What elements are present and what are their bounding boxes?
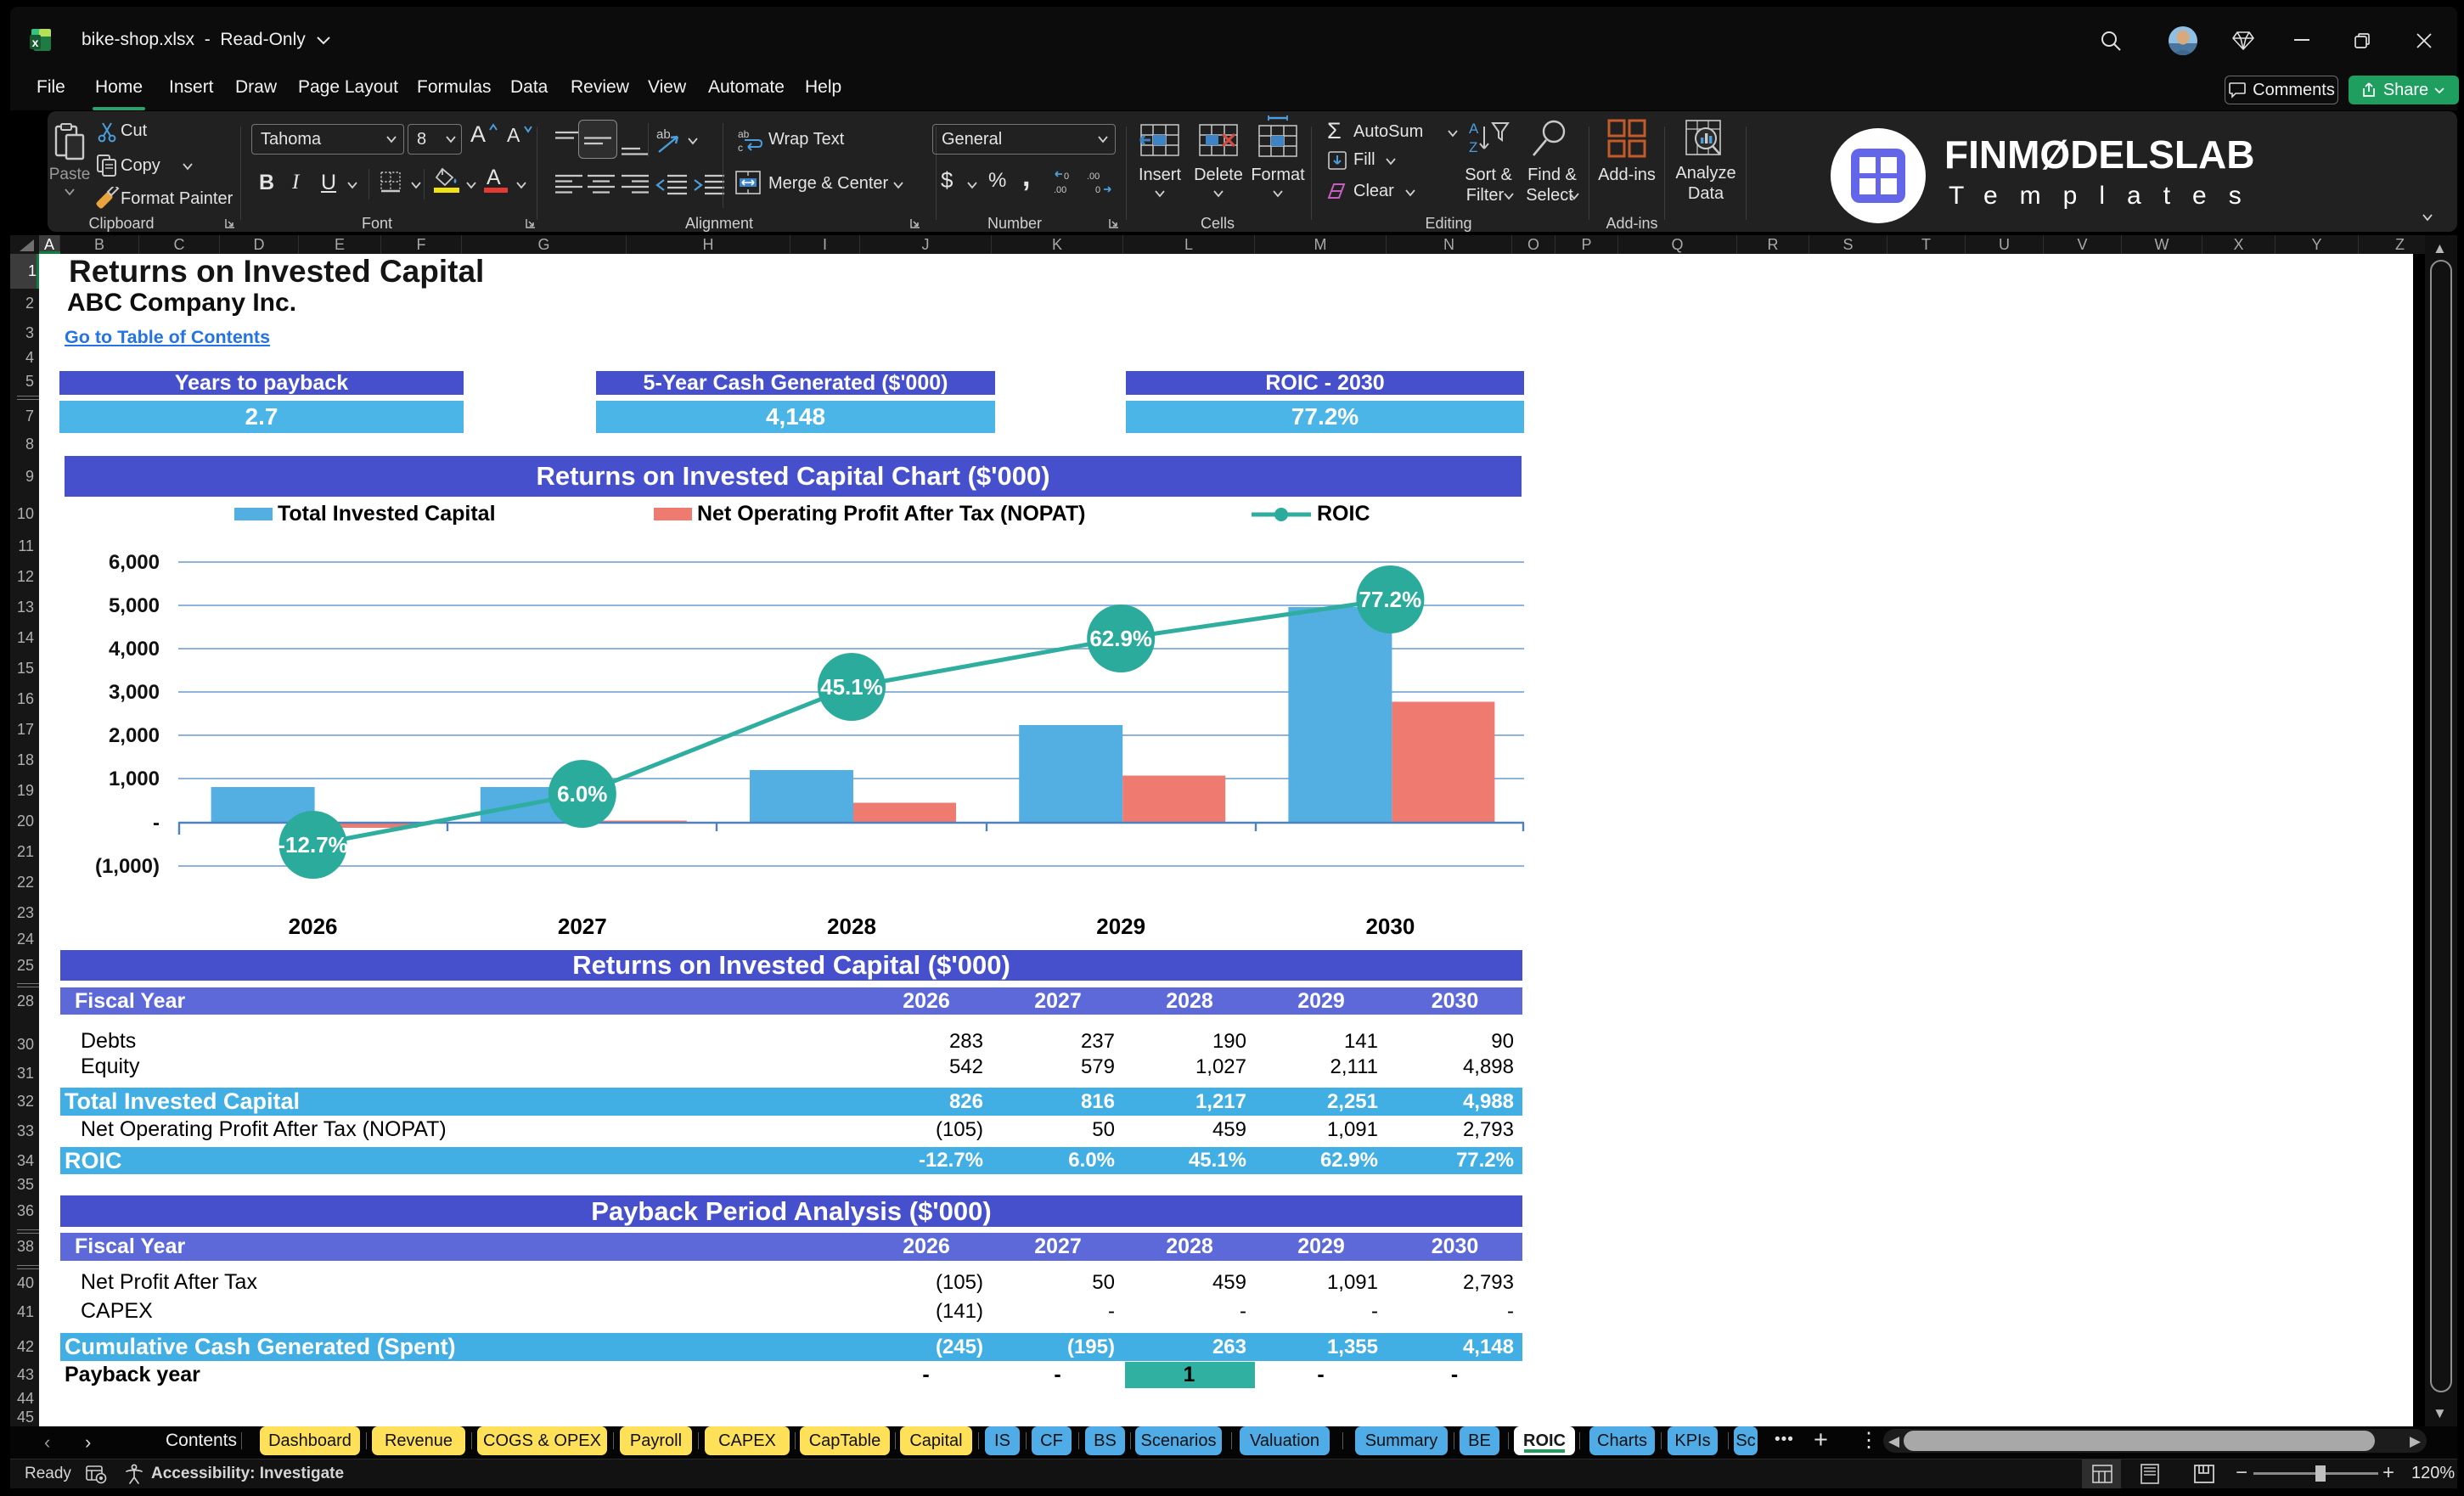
svg-text:2027: 2027 bbox=[558, 914, 607, 939]
svg-text:0: 0 bbox=[1095, 185, 1100, 195]
svg-text:(1,000): (1,000) bbox=[95, 855, 160, 878]
svg-text:ab: ab bbox=[656, 127, 671, 142]
svg-text:2028: 2028 bbox=[827, 914, 876, 939]
svg-text:ab: ab bbox=[738, 128, 750, 140]
svg-text:0: 0 bbox=[1064, 172, 1069, 182]
svg-text:2,000: 2,000 bbox=[109, 724, 160, 747]
svg-text:.00: .00 bbox=[1054, 185, 1066, 195]
svg-text:A: A bbox=[1469, 121, 1479, 137]
svg-text:5,000: 5,000 bbox=[109, 594, 160, 617]
svg-text:.00: .00 bbox=[1087, 172, 1100, 182]
svg-text:2026: 2026 bbox=[289, 914, 338, 939]
svg-text:c: c bbox=[738, 142, 743, 154]
svg-text:4,000: 4,000 bbox=[109, 638, 160, 661]
svg-text:2029: 2029 bbox=[1096, 914, 1145, 939]
svg-text:6.0%: 6.0% bbox=[557, 781, 607, 807]
svg-text:Z: Z bbox=[1469, 139, 1477, 155]
svg-text:2030: 2030 bbox=[1365, 914, 1415, 939]
svg-text:77.2%: 77.2% bbox=[1359, 587, 1422, 612]
svg-text:-12.7%: -12.7% bbox=[278, 832, 347, 858]
svg-text:-: - bbox=[153, 812, 160, 835]
svg-text:x: x bbox=[32, 36, 39, 49]
svg-text:3,000: 3,000 bbox=[109, 681, 160, 704]
svg-text:6,000: 6,000 bbox=[109, 551, 160, 574]
svg-text:45.1%: 45.1% bbox=[820, 674, 883, 700]
svg-text:62.9%: 62.9% bbox=[1089, 626, 1152, 651]
svg-text:1,000: 1,000 bbox=[109, 768, 160, 790]
